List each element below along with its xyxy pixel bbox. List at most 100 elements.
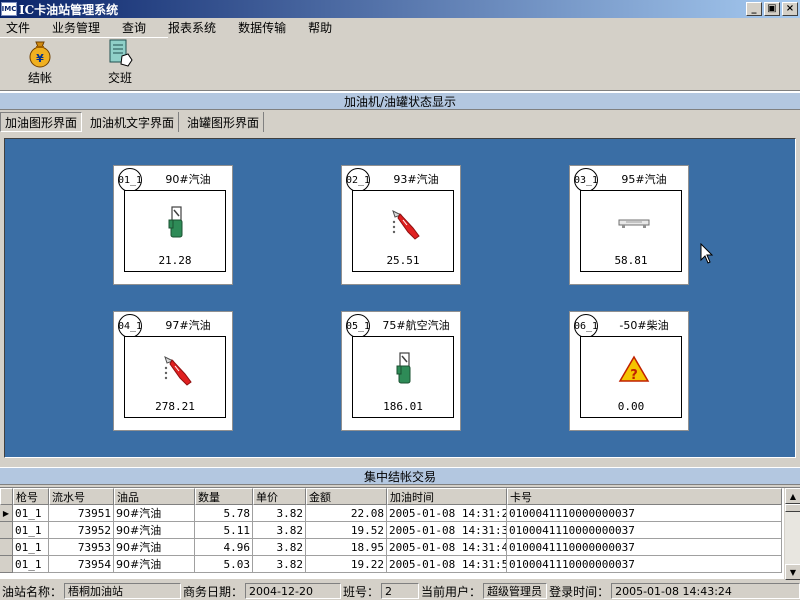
current-row-marker-icon: ▶ [0,505,13,522]
cell-time[interactable]: 2005-01-08 14:31:59 [387,556,507,573]
cell-product[interactable]: 90#汽油 [114,522,195,539]
pump-display: 21.28 [124,190,226,272]
pump-card[interactable]: 04_1 97#汽油 278.21 [113,311,233,431]
station-label: 油站名称： [2,584,63,599]
close-button[interactable]: × [782,2,798,16]
cell-nozzle[interactable]: 01_1 [13,556,49,573]
header-card-no[interactable]: 卡号 [507,488,782,505]
restore-button[interactable]: ▣ [764,2,780,16]
mouse-cursor-icon [700,243,714,264]
header-amount[interactable]: 金额 [306,488,387,505]
pump-value: 21.28 [158,254,192,267]
user-label: 当前用户： [421,584,482,599]
cell-nozzle[interactable]: 01_1 [13,522,49,539]
shift-label: 班号： [343,584,380,599]
pump-card[interactable]: 05_1 75#航空汽油 186.01 [341,311,461,431]
pump-value: 186.01 [383,400,423,413]
money-bag-icon: ¥ [29,41,51,68]
table-row[interactable]: 01_1 73954 90#汽油 5.03 3.82 19.22 2005-01… [0,556,782,573]
pump-value: 25.51 [386,254,420,267]
cell-amount[interactable]: 18.95 [306,539,387,556]
cell-serial[interactable]: 73954 [49,556,114,573]
menu-query[interactable]: 查询 [115,19,153,36]
row-indicator-header [0,488,13,505]
cell-product[interactable]: 90#汽油 [114,539,195,556]
header-serial[interactable]: 流水号 [49,488,114,505]
tab-pump-graphic[interactable]: 加油图形界面 [0,112,83,132]
tab-tank-graphic[interactable]: 油罐图形界面 [183,112,265,132]
pump-value: 0.00 [617,400,645,413]
header-time[interactable]: 加油时间 [387,488,507,505]
table-row[interactable]: ▶ 01_1 73951 90#汽油 5.78 3.82 22.08 2005-… [0,505,782,522]
cell-serial[interactable]: 73953 [49,539,114,556]
pump-card[interactable]: 01_1 90#汽油 21.28 [113,165,233,285]
pump-fuel: 95#汽油 [621,173,667,186]
cell-unit-price[interactable]: 3.82 [253,539,306,556]
table-scrollbar[interactable]: ▲ ▼ [784,488,800,580]
cell-serial[interactable]: 73952 [49,522,114,539]
cell-amount[interactable]: 19.22 [306,556,387,573]
cell-card-no[interactable]: 0100041110000000037 [507,556,782,573]
pump-card[interactable]: 06_1 -50#柴油 ? 0.00 [569,311,689,431]
cell-quantity[interactable]: 4.96 [195,539,253,556]
table-header: 枪号 流水号 油品 数量 单价 金额 加油时间 卡号 [0,488,782,505]
cell-quantity[interactable]: 5.11 [195,522,253,539]
cell-card-no[interactable]: 0100041110000000037 [507,505,782,522]
header-unit-price[interactable]: 单价 [253,488,306,505]
menu-data-transfer[interactable]: 数据传输 [231,19,293,36]
cell-time[interactable]: 2005-01-08 14:31:20 [387,505,507,522]
cell-card-no[interactable]: 0100041110000000037 [507,539,782,556]
cell-card-no[interactable]: 0100041110000000037 [507,522,782,539]
header-product[interactable]: 油品 [114,488,195,505]
pump-card[interactable]: 02_1 93#汽油 25.51 [341,165,461,285]
cell-nozzle[interactable]: 01_1 [13,505,49,522]
cell-quantity[interactable]: 5.78 [195,505,253,522]
cell-unit-price[interactable]: 3.82 [253,505,306,522]
pump-value: 278.21 [155,400,195,413]
header-quantity[interactable]: 数量 [195,488,253,505]
menu-help[interactable]: 帮助 [301,19,339,36]
cell-unit-price[interactable]: 3.82 [253,522,306,539]
table-row[interactable]: 01_1 73953 90#汽油 4.96 3.82 18.95 2005-01… [0,539,782,556]
cell-quantity[interactable]: 5.03 [195,556,253,573]
shift-handover-label: 交班 [107,71,132,85]
pump-display: 58.81 [580,190,682,272]
pump-card[interactable]: 03_1 95#汽油 58.81 [569,165,689,285]
title-bar: IMC IC卡油站管理系统 _ ▣ × [0,0,800,18]
pump-fuel: 75#航空汽油 [382,319,450,332]
scroll-down-icon[interactable]: ▼ [785,564,800,580]
transactions-table: 枪号 流水号 油品 数量 单价 金额 加油时间 卡号 ▶ 01_1 73951 … [0,487,800,580]
pump-id: 05_1 [346,314,370,338]
settle-button[interactable]: ¥ 结帐 [0,38,80,90]
header-nozzle[interactable]: 枪号 [13,488,49,505]
cell-amount[interactable]: 19.52 [306,522,387,539]
cell-unit-price[interactable]: 3.82 [253,556,306,573]
cell-product[interactable]: 90#汽油 [114,556,195,573]
shift-handover-button[interactable]: 交班 [80,38,160,90]
cell-time[interactable]: 2005-01-08 14:31:46 [387,539,507,556]
cell-time[interactable]: 2005-01-08 14:31:33 [387,522,507,539]
station-name: 梧桐加油站 [64,583,182,599]
handover-icon [109,39,133,67]
tab-pump-text[interactable]: 加油机文字界面 [86,112,180,132]
pump-fuel: -50#柴油 [619,319,669,332]
table-row[interactable]: 01_1 73952 90#汽油 5.11 3.82 19.52 2005-01… [0,522,782,539]
minimize-button[interactable]: _ [746,2,762,16]
pump-id: 03_1 [574,168,598,192]
menu-bar: 文件 业务管理 查询 报表系统 数据传输 帮助 [0,18,800,37]
menu-file[interactable]: 文件 [0,19,37,36]
cell-product[interactable]: 90#汽油 [114,505,195,522]
login-time: 2005-01-08 14:43:24 [611,583,800,599]
menu-reports[interactable]: 报表系统 [161,19,223,36]
cell-nozzle[interactable]: 01_1 [13,539,49,556]
scroll-up-icon[interactable]: ▲ [785,488,800,504]
scroll-thumb[interactable] [785,504,800,512]
nozzle-idle-icon [396,352,411,384]
pump-id: 04_1 [118,314,142,338]
status-bar: 油站名称： 梧桐加油站 商务日期： 2004-12-20 班号： 2 当前用户：… [0,582,800,600]
cell-amount[interactable]: 22.08 [306,505,387,522]
login-time-label: 登录时间： [549,584,610,599]
menu-business[interactable]: 业务管理 [45,19,107,36]
svg-text:¥: ¥ [36,52,44,65]
cell-serial[interactable]: 73951 [49,505,114,522]
